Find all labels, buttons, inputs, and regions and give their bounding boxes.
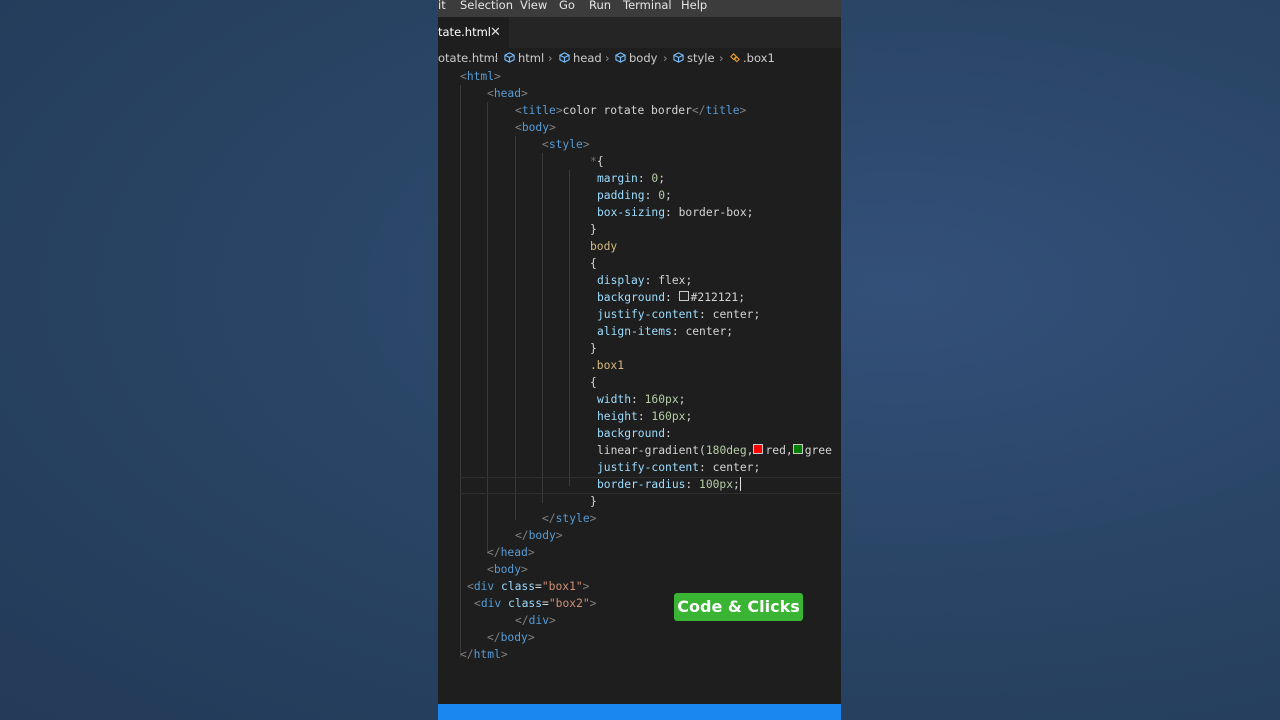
breadcrumb-item-body[interactable]: body — [615, 48, 657, 68]
code-line: background: #212121; — [597, 291, 746, 304]
code-line: body — [590, 240, 618, 253]
code-line: { — [590, 257, 597, 270]
menu-item-go[interactable]: Go — [559, 0, 575, 11]
text-cursor — [739, 477, 741, 491]
breadcrumb-item-box1[interactable]: .box1 — [729, 48, 775, 68]
code-line: width: 160px; — [597, 393, 686, 406]
code-line: <body> — [515, 121, 556, 134]
indent-guide — [460, 85, 461, 657]
code-line: <div class="box1"> — [467, 580, 590, 593]
code-line: <head> — [487, 87, 528, 100]
code-line: } — [590, 223, 597, 236]
symbol-cube-icon — [615, 52, 626, 63]
code-area[interactable]: <html> <head> <title>color rotate border… — [438, 68, 841, 668]
color-swatch-icon[interactable] — [678, 291, 689, 301]
menu-item-view[interactable]: View — [520, 0, 547, 11]
tab-label: tate.html — [438, 25, 491, 39]
menu-item-terminal[interactable]: Terminal — [623, 0, 672, 11]
tab-file[interactable]: tate.html ✕ — [438, 17, 509, 48]
code-line: </style> — [542, 512, 597, 525]
code-line: margin: 0; — [597, 172, 666, 185]
code-line: display: flex; — [597, 274, 693, 287]
code-line: linear-gradient(180deg, red, gree — [597, 444, 832, 457]
code-line: justify-content: center; — [597, 308, 761, 321]
symbol-class-icon — [730, 53, 740, 63]
code-line: justify-content: center; — [597, 461, 761, 474]
code-line: { — [590, 376, 597, 389]
breadcrumb-file[interactable]: otate.html — [438, 48, 498, 68]
symbol-cube-icon — [504, 52, 515, 63]
code-line: height: 160px; — [597, 410, 693, 423]
code-line: <html> — [460, 70, 501, 83]
code-line: </body> — [487, 631, 535, 644]
code-line: align-items: center; — [597, 325, 734, 338]
symbol-cube-icon — [673, 52, 684, 63]
menu-bar: it Selection View Go Run Terminal Help — [438, 0, 841, 17]
menu-item-run[interactable]: Run — [589, 0, 611, 11]
symbol-cube-icon — [559, 52, 570, 63]
color-swatch-icon[interactable] — [792, 444, 803, 454]
close-icon[interactable]: ✕ — [490, 17, 501, 48]
indent-guide — [515, 136, 516, 520]
code-line: padding: 0; — [597, 189, 672, 202]
code-line: background: — [597, 427, 672, 440]
code-line: *{ — [590, 155, 604, 168]
code-line: <body> — [487, 563, 528, 576]
menu-item-selection[interactable]: Selection — [460, 0, 513, 11]
code-line: <title>color rotate border</title> — [515, 104, 747, 117]
chevron-right-icon: › — [719, 51, 724, 65]
code-line: box-sizing: border-box; — [597, 206, 754, 219]
color-swatch-icon[interactable] — [753, 444, 764, 454]
code-line: <style> — [542, 138, 590, 151]
breadcrumb-item-style[interactable]: style — [673, 48, 715, 68]
chevron-right-icon: › — [548, 51, 553, 65]
code-line: } — [590, 342, 597, 355]
code-line: } — [590, 495, 597, 508]
tab-bar: tate.html ✕ — [438, 17, 841, 48]
menu-item-edit[interactable]: it — [438, 0, 446, 11]
code-line: <div class="box2"> — [474, 597, 597, 610]
indent-guide — [569, 170, 570, 486]
code-line: </head> — [487, 546, 535, 559]
code-line: </div> — [515, 614, 556, 627]
code-line: </html> — [460, 648, 508, 661]
code-line: .box1 — [590, 359, 625, 372]
code-line: </body> — [515, 529, 563, 542]
breadcrumb: otate.html › html › head › body › style … — [438, 48, 841, 68]
watermark-badge: Code & Clicks — [674, 593, 803, 621]
breadcrumb-item-html[interactable]: html — [504, 48, 544, 68]
chevron-right-icon: › — [494, 51, 499, 65]
status-bar — [438, 704, 841, 720]
indent-guide — [542, 153, 543, 503]
code-line: border-radius: 100px; — [597, 477, 741, 491]
menu-item-help[interactable]: Help — [681, 0, 707, 11]
chevron-right-icon: › — [605, 51, 610, 65]
breadcrumb-item-head[interactable]: head — [559, 48, 602, 68]
chevron-right-icon: › — [663, 51, 668, 65]
